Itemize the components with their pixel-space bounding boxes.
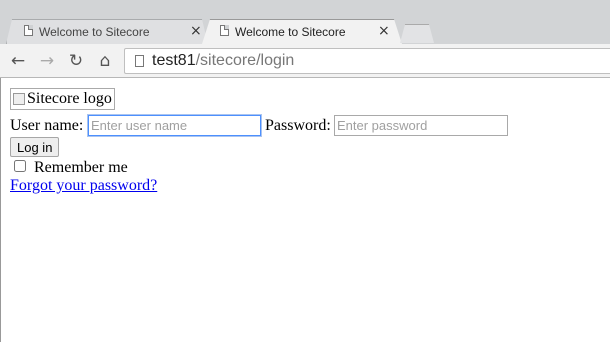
page-icon [220, 25, 229, 36]
reload-icon[interactable]: ↻ [66, 50, 86, 72]
forward-arrow-icon[interactable]: → [37, 50, 57, 72]
address-bar[interactable]: test81/sitecore/login [124, 48, 610, 74]
password-label: Password: [265, 117, 331, 134]
forgot-password-link[interactable]: Forgot your password? [10, 177, 157, 195]
close-icon[interactable]: × [378, 23, 390, 39]
url-text: test81/sitecore/login [152, 52, 294, 70]
remember-me-checkbox[interactable] [14, 160, 26, 172]
password-input[interactable] [334, 115, 508, 136]
login-button[interactable]: Log in [10, 137, 60, 157]
home-icon[interactable]: ⌂ [95, 50, 115, 72]
tab-active[interactable]: Welcome to Sitecore × [202, 19, 402, 44]
url-path: /sitecore/login [195, 52, 295, 69]
page-icon [135, 55, 144, 67]
tab-strip: Welcome to Sitecore × Welcome to Sitecor… [0, 0, 610, 44]
back-arrow-icon[interactable]: ← [8, 50, 28, 72]
sitecore-logo: Sitecore logo [10, 88, 115, 110]
url-host: test81 [152, 52, 196, 69]
username-label: User name: [10, 117, 84, 134]
page-content: Sitecore logo User name: Password: Log i… [0, 78, 610, 342]
new-tab-button[interactable] [400, 24, 434, 43]
tab-title: Welcome to Sitecore [235, 25, 346, 39]
page-icon [24, 25, 33, 36]
username-input[interactable] [88, 115, 261, 136]
browser-toolbar: ← → ↻ ⌂ test81/sitecore/login [0, 44, 610, 78]
close-icon[interactable]: × [190, 23, 202, 39]
remember-me-label: Remember me [34, 159, 128, 176]
tab-title: Welcome to Sitecore [39, 25, 150, 39]
logo-alt-text: Sitecore logo [27, 90, 112, 107]
broken-image-icon [13, 93, 25, 105]
tab-inactive[interactable]: Welcome to Sitecore × [6, 19, 208, 44]
